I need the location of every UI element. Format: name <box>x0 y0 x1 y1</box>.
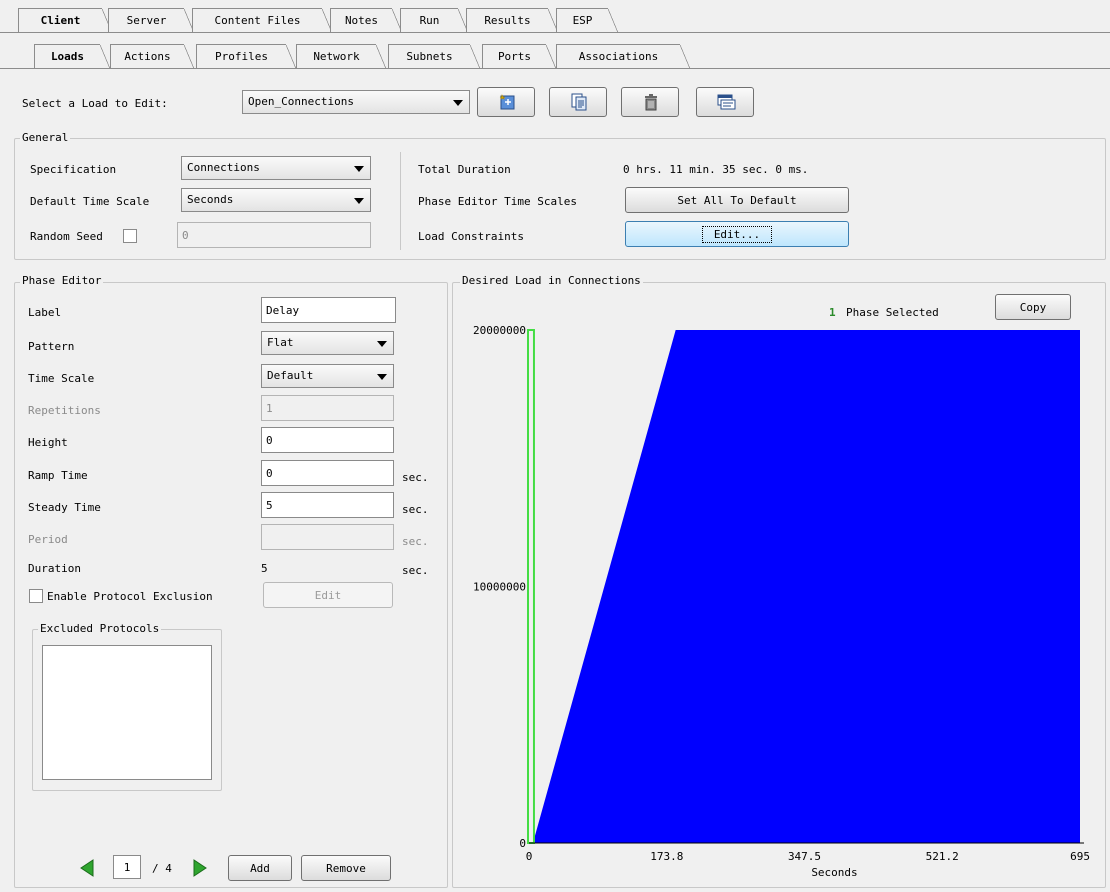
x-tick-label: 173.8 <box>650 850 683 863</box>
excluded-protocols-list[interactable] <box>42 645 212 780</box>
load-chart: 0 10000000 20000000 0 173.8 347.5 521.2 695 Seco… <box>473 320 1090 879</box>
load-select-dropdown[interactable]: Open_Connections <box>242 90 470 114</box>
protocol-exclusion-checkbox[interactable] <box>29 589 43 603</box>
load-constraints-label: Load Constraints <box>418 230 524 243</box>
tab-run[interactable]: Run <box>400 8 468 33</box>
chevron-down-icon <box>354 166 364 172</box>
tab-esp[interactable]: ESP <box>556 8 618 33</box>
random-seed-label: Random Seed <box>30 230 103 243</box>
tab-notes[interactable]: Notes <box>330 8 402 33</box>
chevron-down-icon <box>377 374 387 380</box>
tab-network[interactable]: Network <box>296 44 386 69</box>
specification-label: Specification <box>30 163 117 176</box>
specification-dropdown[interactable]: Connections <box>181 156 371 180</box>
period-input[interactable] <box>261 524 394 550</box>
main-tab-divider <box>0 32 1110 33</box>
tab-ports[interactable]: Ports <box>482 44 556 69</box>
excluded-protocols-title: Excluded Protocols <box>38 622 162 635</box>
period-unit: sec. <box>402 535 429 548</box>
chart-panel-title: Desired Load in Connections <box>460 274 643 287</box>
previous-phase-icon[interactable] <box>79 859 95 877</box>
tab-server[interactable]: Server <box>108 8 194 33</box>
tab-associations[interactable]: Associations <box>556 44 690 69</box>
rename-load-icon <box>717 94 736 110</box>
copy-load-icon <box>571 93 587 111</box>
main-tab-bar: Client Server Content Files Notes Run Re… <box>0 8 1110 33</box>
protocol-exclusion-edit-button[interactable]: Edit <box>263 582 393 608</box>
general-group-title: General <box>20 131 71 144</box>
duration-unit: sec. <box>402 564 429 577</box>
random-seed-input[interactable]: 0 <box>177 222 371 248</box>
add-phase-button[interactable]: Add <box>228 855 292 881</box>
phase-page-total: / 4 <box>152 862 172 875</box>
x-axis-label: Seconds <box>811 866 857 879</box>
x-tick-label: 521.2 <box>926 850 959 863</box>
repetitions-input[interactable]: 1 <box>261 395 394 421</box>
tab-results[interactable]: Results <box>466 8 558 33</box>
total-duration-value: 0 hrs. 11 min. 35 sec. 0 ms. <box>623 163 809 176</box>
default-time-scale-label: Default Time Scale <box>30 195 150 208</box>
time-scale-label: Time Scale <box>28 372 95 385</box>
ramp-time-input[interactable]: 0 <box>261 460 394 486</box>
select-load-label: Select a Load to Edit: <box>22 97 168 110</box>
new-load-button[interactable] <box>477 87 535 117</box>
specification-value: Connections <box>187 161 260 174</box>
height-label: Height <box>28 436 68 449</box>
load-constraints-edit-label: Edit... <box>701 226 773 243</box>
load-constraints-edit-button[interactable]: Edit... <box>625 221 849 247</box>
duration-value: 5 <box>261 562 268 575</box>
y-tick-label: 0 <box>519 837 526 850</box>
rename-load-button[interactable] <box>696 87 754 117</box>
set-all-to-default-button[interactable]: Set All To Default <box>625 187 849 213</box>
remove-phase-button[interactable]: Remove <box>301 855 391 881</box>
phase-label-label: Label <box>28 306 62 319</box>
duration-label: Duration <box>28 562 81 575</box>
y-tick-label: 10000000 <box>473 581 526 594</box>
steady-time-label: Steady Time <box>28 501 101 514</box>
tab-client[interactable]: Client <box>18 8 112 33</box>
x-tick-label: 0 <box>526 850 533 863</box>
delete-load-icon <box>645 94 657 111</box>
time-scale-dropdown[interactable]: Default <box>261 364 394 388</box>
default-time-scale-value: Seconds <box>187 193 234 206</box>
tab-content-files[interactable]: Content Files <box>192 8 332 33</box>
phase-editor-time-scales-label: Phase Editor Time Scales <box>418 195 577 208</box>
total-duration-label: Total Duration <box>418 163 511 176</box>
default-time-scale-dropdown[interactable]: Seconds <box>181 188 371 212</box>
y-tick-label: 20000000 <box>473 324 526 337</box>
load-select-value: Open_Connections <box>248 95 354 108</box>
ramp-time-unit: sec. <box>402 471 429 484</box>
height-input[interactable]: 0 <box>261 427 394 453</box>
chevron-down-icon <box>453 100 463 106</box>
tab-profiles[interactable]: Profiles <box>196 44 296 69</box>
sub-tab-bar: Loads Actions Profiles Network Subnets P… <box>0 44 1110 69</box>
repetitions-label: Repetitions <box>28 404 101 417</box>
ramp-time-label: Ramp Time <box>28 469 88 482</box>
time-scale-value: Default <box>267 369 314 382</box>
delete-load-button[interactable] <box>621 87 679 117</box>
chevron-down-icon <box>377 341 387 347</box>
copy-load-button[interactable] <box>549 87 607 117</box>
pattern-label: Pattern <box>28 340 75 353</box>
chevron-down-icon <box>354 198 364 204</box>
phase-editor-title: Phase Editor <box>20 274 104 287</box>
random-seed-checkbox[interactable] <box>123 229 137 243</box>
new-load-icon <box>499 94 515 110</box>
tab-actions[interactable]: Actions <box>110 44 194 69</box>
x-tick-label: 695 <box>1070 850 1090 863</box>
next-phase-icon[interactable] <box>192 859 208 877</box>
pattern-value: Flat <box>267 336 294 349</box>
tab-subnets[interactable]: Subnets <box>388 44 480 69</box>
steady-time-unit: sec. <box>402 503 429 516</box>
protocol-exclusion-label: Enable Protocol Exclusion <box>47 590 213 603</box>
phase-page-input[interactable]: 1 <box>113 855 141 879</box>
x-tick-label: 347.5 <box>788 850 821 863</box>
sub-tab-divider <box>0 68 1110 69</box>
tab-loads[interactable]: Loads <box>34 44 110 69</box>
pattern-dropdown[interactable]: Flat <box>261 331 394 355</box>
period-label: Period <box>28 533 68 546</box>
steady-time-input[interactable]: 5 <box>261 492 394 518</box>
general-divider <box>400 152 401 250</box>
phase-label-input[interactable]: Delay <box>261 297 396 323</box>
